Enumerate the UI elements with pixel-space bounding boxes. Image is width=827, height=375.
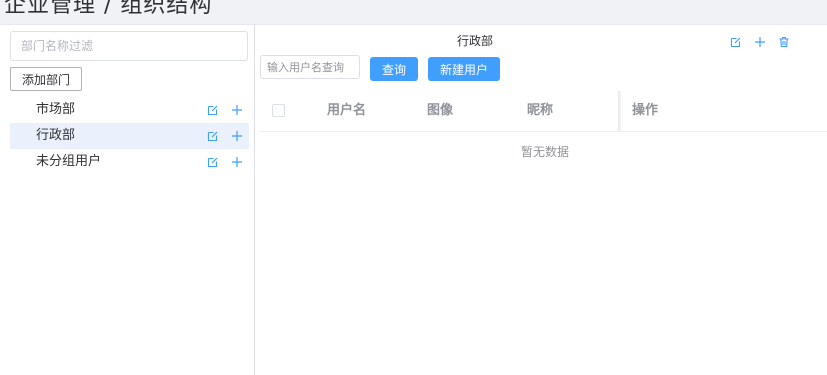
department-label: 市场部: [36, 102, 76, 117]
main-panel: 添加部门 市场部 行政部: [0, 24, 827, 375]
new-user-button[interactable]: 新建用户: [428, 57, 500, 81]
department-item-market[interactable]: 市场部: [10, 97, 249, 123]
department-item-ungrouped[interactable]: 未分组用户: [10, 149, 249, 175]
column-header-avatar: 图像: [427, 103, 454, 118]
username-search-input[interactable]: [260, 55, 360, 79]
user-table: 用户名 图像 昵称 操作 暂无数据: [260, 91, 827, 371]
department-tree: 市场部 行政部 未分组用户: [10, 97, 249, 175]
column-header-actions: 操作: [632, 103, 659, 118]
column-header-nickname: 昵称: [527, 103, 554, 118]
add-department-button[interactable]: 添加部门: [10, 67, 82, 91]
edit-icon[interactable]: [207, 104, 219, 116]
empty-state-text: 暂无数据: [520, 145, 569, 159]
plus-icon[interactable]: [231, 104, 243, 116]
department-item-admin[interactable]: 行政部: [10, 123, 249, 149]
query-button[interactable]: 查询: [370, 57, 418, 81]
selected-department-title: 行政部: [456, 34, 493, 48]
edit-icon[interactable]: [207, 156, 219, 168]
delete-icon[interactable]: [778, 36, 790, 48]
department-actions: [730, 36, 790, 48]
department-label: 行政部: [36, 128, 76, 143]
edit-icon[interactable]: [207, 130, 219, 142]
select-all-checkbox[interactable]: [272, 104, 285, 117]
column-header-username: 用户名: [327, 103, 367, 118]
plus-icon[interactable]: [231, 130, 243, 142]
department-label: 未分组用户: [36, 154, 102, 169]
table-header: 用户名 图像 昵称 操作: [260, 91, 827, 132]
page-title: 企业管理 / 组织结构: [4, 0, 213, 18]
plus-icon[interactable]: [754, 36, 766, 48]
fixed-column-divider: [618, 91, 621, 131]
department-filter-input[interactable]: [10, 31, 248, 61]
edit-icon[interactable]: [730, 36, 742, 48]
plus-icon[interactable]: [231, 156, 243, 168]
user-panel: 行政部 查询 新建用户 用户名 图像 昵称 操作 暂无数据: [255, 25, 827, 375]
department-sidebar: 添加部门 市场部 行政部: [0, 25, 255, 375]
